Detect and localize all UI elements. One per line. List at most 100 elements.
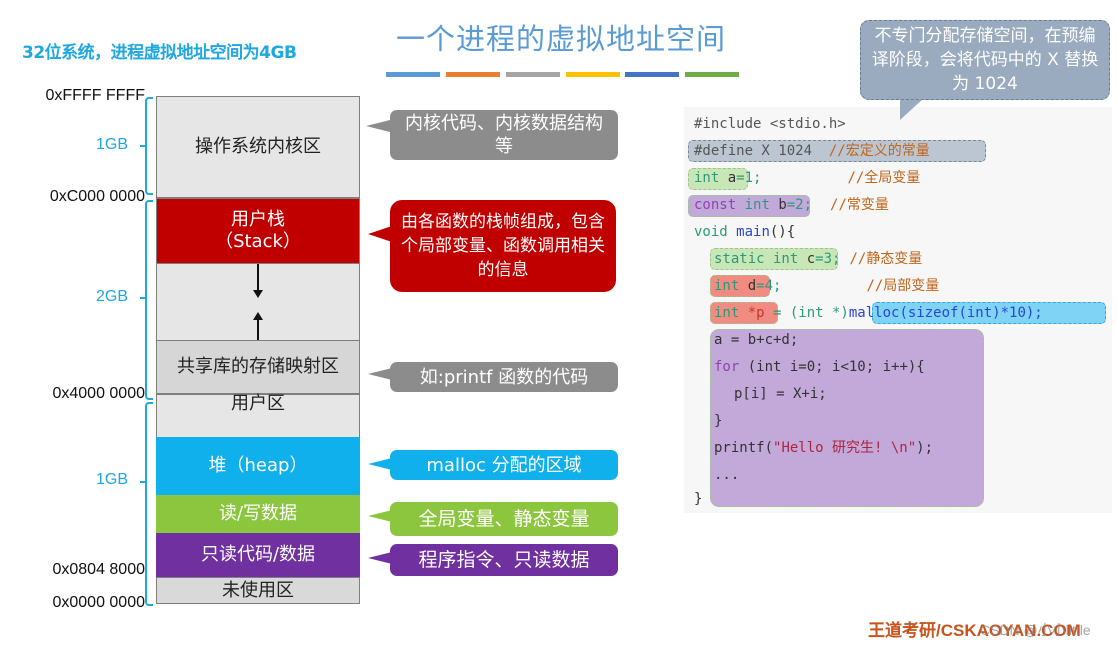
code-line-global: int a=1; //全局变量 — [694, 167, 920, 189]
address-code-start: 0x0804 8000 — [52, 561, 145, 578]
code-var: *p — [747, 305, 765, 321]
title-bar-yellow — [566, 72, 620, 77]
callout-heap-pointer — [368, 458, 392, 470]
callout-shared-lib-pointer — [368, 368, 392, 380]
code-type: int — [694, 170, 728, 186]
callout-rw-data-text: 全局变量、静态变量 — [418, 507, 590, 530]
callout-heap: malloc 分配的区域 — [390, 450, 618, 480]
segment-unused: 未使用区 — [156, 577, 360, 604]
segment-user-area: 用户区 — [156, 394, 360, 438]
segment-rw-data-label: 读/写数据 — [218, 503, 298, 524]
code-assign: =3; — [815, 251, 841, 267]
code-line-ellipsis: ... — [714, 467, 740, 483]
callout-heap-text: malloc 分配的区域 — [426, 454, 582, 476]
segment-stack-sublabel: （Stack） — [215, 231, 301, 252]
code-line-main: void main(){ — [694, 221, 795, 243]
preprocess-note-text: 不专门分配存储空间，在预编译阶段，会将代码中的 X 替换为 1024 — [871, 26, 1099, 94]
callout-stack: 由各函数的栈帧组成，包含个局部变量、函数调用相关的信息 — [390, 200, 616, 292]
code-panel: #include <stdio.h> #define X 1024 //宏定义的… — [684, 107, 1112, 513]
callout-shared-lib: 如:printf 函数的代码 — [390, 362, 618, 392]
brace-tick-kernel — [140, 145, 146, 147]
code-type: static int — [714, 251, 807, 267]
code-var: b — [778, 197, 787, 213]
code-line-local-d: int d=4; //局部变量 — [714, 275, 939, 297]
callout-shared-lib-text: 如:printf 函数的代码 — [419, 366, 589, 388]
code-line-main-end: } — [694, 491, 703, 507]
code-type: int — [736, 197, 779, 213]
title-bar-blue — [386, 72, 440, 77]
code-line-for-end: } — [714, 413, 723, 429]
code-punct: (){ — [769, 224, 796, 240]
code-keyword: const — [694, 197, 737, 213]
callout-kernel: 内核代码、内核数据结构等 — [390, 110, 618, 160]
size-lower-user: 1GB — [95, 471, 128, 488]
segment-ro-code: 只读代码/数据 — [156, 533, 360, 577]
code-comment: //静态变量 — [849, 251, 923, 267]
code-assign: =1; — [736, 170, 762, 186]
code-type: int — [714, 305, 748, 321]
segment-unused-label: 未使用区 — [222, 579, 294, 601]
address-bottom: 0x0000 0000 — [52, 594, 145, 611]
preprocess-note: 不专门分配存储空间，在预编译阶段，会将代码中的 X 替换为 1024 — [860, 20, 1110, 100]
code-comment: //宏定义的常量 — [828, 143, 930, 159]
segment-heap-label: 堆（heap） — [208, 455, 308, 476]
code-assign: =4; — [756, 278, 782, 294]
code-assign: =2; — [786, 197, 813, 213]
segment-ro-code-label: 只读代码/数据 — [200, 544, 316, 565]
code-keyword: for — [714, 359, 740, 375]
code-line-include: #include <stdio.h> — [694, 116, 846, 132]
code-var: a — [727, 170, 737, 186]
code-string: "Hello 研究生! \n" — [773, 440, 917, 456]
callout-rw-data: 全局变量、静态变量 — [390, 502, 618, 536]
brace-tick-lower-user — [140, 481, 146, 483]
title-bar-green — [685, 72, 739, 77]
brace-upper-user — [145, 200, 153, 400]
callout-kernel-text: 内核代码、内核数据结构等 — [405, 113, 603, 157]
code-line-static: static int c=3; //静态变量 — [714, 248, 922, 270]
brace-kernel — [145, 97, 153, 195]
code-comment: //局部变量 — [866, 278, 940, 294]
code-for-body: (int i=0; i<10; i++){ — [739, 359, 925, 375]
code-comment: //全局变量 — [847, 170, 921, 186]
address-top: 0xFFFF FFFF — [45, 87, 145, 104]
code-type: void — [694, 224, 737, 240]
callout-stack-pointer — [368, 226, 392, 242]
title-bar-orange — [446, 72, 500, 77]
code-line-printf: printf("Hello 研究生! \n"); — [714, 437, 933, 459]
code-comment: //常变量 — [830, 197, 889, 213]
code-line-for: for (int i=0; i<10; i++){ — [714, 356, 925, 378]
code-line-loop-body: p[i] = X+i; — [734, 386, 827, 402]
subtitle: 32位系统，进程虚拟地址空间为4GB — [22, 43, 297, 63]
size-upper-user: 2GB — [95, 288, 128, 305]
code-line-local-p: int *p = (int *)malloc(sizeof(int)*10); — [714, 302, 1043, 324]
code-line-assign: a = b+c+d; — [714, 332, 799, 348]
callout-rw-data-pointer — [368, 510, 392, 522]
page-title: 一个进程的虚拟地址空间 — [396, 22, 727, 56]
address-kernel-start: 0xC000 0000 — [49, 188, 145, 205]
segment-stack: 用户栈 （Stack） — [156, 198, 360, 264]
callout-ro-code-pointer — [368, 552, 392, 564]
callout-ro-code-text: 程序指令、只读数据 — [418, 548, 590, 571]
growth-arrows-icon — [253, 264, 263, 340]
code-function: main — [736, 224, 770, 240]
segment-heap: 堆（heap） — [156, 437, 360, 495]
segment-rw-data: 读/写数据 — [156, 495, 360, 533]
code-var: d — [747, 278, 757, 294]
code-punct: ); — [916, 440, 934, 456]
segment-stack-label: 用户栈 — [231, 209, 285, 230]
brace-tick-upper-user — [140, 297, 146, 299]
segment-shared-lib-label: 共享库的存储映射区 — [177, 356, 339, 377]
segment-user-area-label: 用户区 — [231, 393, 285, 414]
code-type: int — [714, 278, 748, 294]
segment-kernel: 操作系统内核区 — [156, 96, 360, 198]
code-malloc: malloc(sizeof(int)*10); — [848, 305, 1043, 321]
segment-free-gap — [156, 264, 360, 340]
watermark: CSDN @小小little — [980, 622, 1091, 638]
code-cast: = (int *) — [764, 305, 849, 321]
callout-ro-code: 程序指令、只读数据 — [390, 544, 618, 576]
size-kernel: 1GB — [95, 136, 128, 153]
segment-shared-lib: 共享库的存储映射区 — [156, 340, 360, 394]
callout-stack-text: 由各函数的栈帧组成，包含个局部变量、函数调用相关的信息 — [401, 212, 605, 280]
segment-kernel-label: 操作系统内核区 — [195, 136, 321, 157]
title-bar-gray — [506, 72, 560, 77]
